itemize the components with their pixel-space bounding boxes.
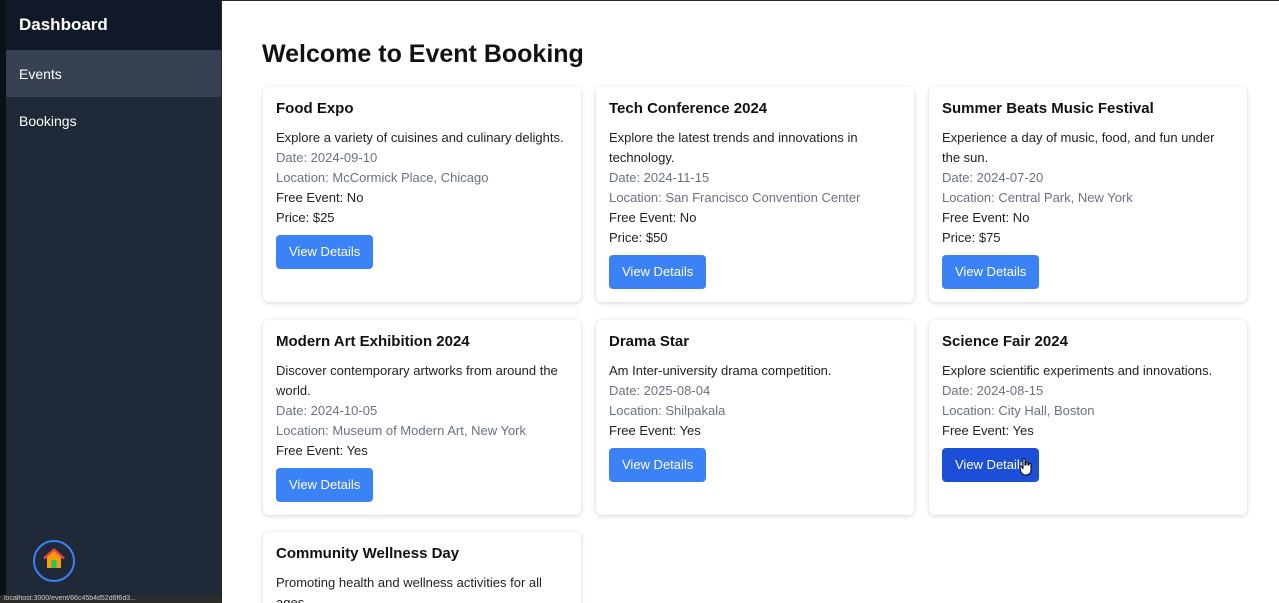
sidebar-item-events[interactable]: Events [6, 50, 221, 97]
event-card: Tech Conference 2024 Explore the latest … [596, 87, 914, 302]
event-date: Date: 2024-11-15 [609, 170, 710, 185]
event-card: Science Fair 2024 Explore scientific exp… [929, 320, 1247, 515]
event-title: Tech Conference 2024 [609, 100, 768, 117]
event-description: Am Inter-university drama competition. [609, 363, 832, 378]
event-location: Location: San Francisco Convention Cente… [609, 190, 861, 205]
event-description: Discover contemporary artworks from arou… [276, 363, 558, 398]
view-details-button[interactable]: View Details [609, 255, 707, 289]
event-card: Food Expo Explore a variety of cuisines … [263, 87, 581, 302]
event-title: Food Expo [276, 100, 354, 117]
event-date: Date: 2025-08-04 [609, 383, 711, 398]
event-card: Modern Art Exhibition 2024 Discover cont… [263, 320, 581, 515]
main-content: Welcome to Event Booking Food Expo Explo… [222, 1, 1279, 603]
event-location: Location: Shilpakala [609, 403, 726, 418]
sidebar-title: Dashboard [19, 15, 108, 34]
event-free: Free Event: No [942, 210, 1030, 225]
event-location: Location: Museum of Modern Art, New York [276, 423, 527, 438]
event-description: Promoting health and wellness activities… [276, 575, 542, 603]
sidebar-header: Dashboard [6, 0, 221, 50]
event-description: Explore the latest trends and innovation… [609, 130, 858, 165]
event-free: Free Event: No [276, 190, 364, 205]
event-date: Date: 2024-07-20 [942, 170, 1044, 185]
status-bar-url: localhost:3000/event/66c45b4d52d6f6d3... [0, 595, 237, 603]
event-description: Experience a day of music, food, and fun… [942, 130, 1215, 165]
event-title: Science Fair 2024 [942, 333, 1068, 350]
view-details-button[interactable]: View Details [942, 255, 1040, 289]
event-free: Free Event: Yes [609, 423, 701, 438]
event-date: Date: 2024-09-10 [276, 150, 378, 165]
sidebar: Dashboard Events Bookings [6, 0, 221, 603]
event-location: Location: Central Park, New York [942, 190, 1133, 205]
event-card: Drama Star Am Inter-university drama com… [596, 320, 914, 515]
home-button[interactable] [33, 540, 75, 582]
event-price: Price: $75 [942, 230, 1001, 245]
event-free: Free Event: Yes [942, 423, 1034, 438]
home-icon [42, 547, 66, 576]
view-details-button[interactable]: View Details [276, 468, 374, 502]
event-date: Date: 2024-10-05 [276, 403, 378, 418]
event-card: Community Wellness Day Promoting health … [263, 532, 581, 603]
view-details-button[interactable]: View Details [609, 448, 707, 482]
event-price: Price: $50 [609, 230, 668, 245]
event-price: Price: $25 [276, 210, 335, 225]
event-free: Free Event: Yes [276, 443, 368, 458]
event-description: Explore a variety of cuisines and culina… [276, 130, 564, 145]
event-date: Date: 2024-08-15 [942, 383, 1044, 398]
event-title: Drama Star [609, 333, 690, 350]
event-title: Summer Beats Music Festival [942, 100, 1154, 117]
event-title: Community Wellness Day [276, 545, 460, 562]
page-title: Welcome to Event Booking [262, 40, 584, 68]
sidebar-item-bookings[interactable]: Bookings [6, 97, 221, 144]
event-card: Summer Beats Music Festival Experience a… [929, 87, 1247, 302]
event-title: Modern Art Exhibition 2024 [276, 333, 470, 350]
event-description: Explore scientific experiments and innov… [942, 363, 1213, 378]
event-location: Location: City Hall, Boston [942, 403, 1095, 418]
view-details-button[interactable]: View Details [276, 235, 374, 269]
event-free: Free Event: No [609, 210, 697, 225]
event-location: Location: McCormick Place, Chicago [276, 170, 489, 185]
mouse-cursor-icon [1019, 457, 1033, 481]
